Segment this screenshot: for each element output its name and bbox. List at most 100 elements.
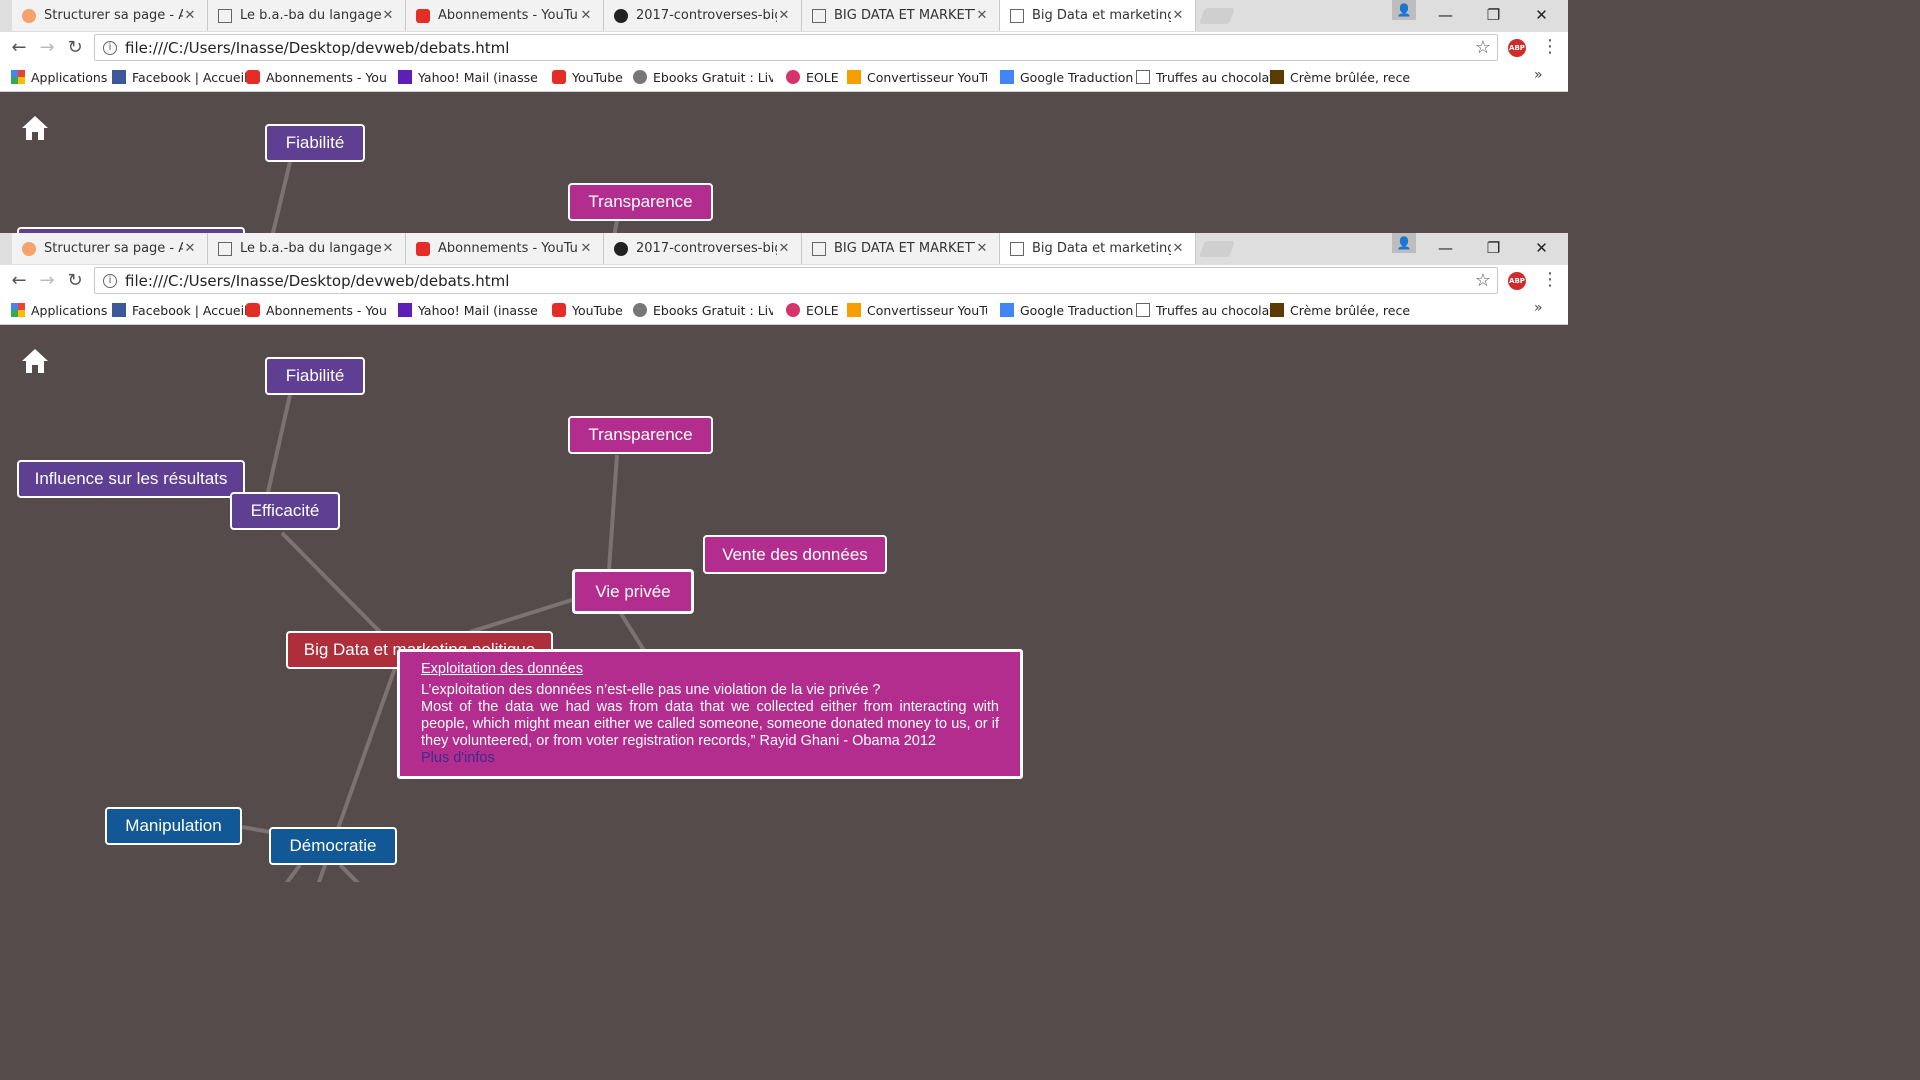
bookmark-abonnements[interactable]: Abonnements - YouTu xyxy=(246,300,386,320)
close-icon[interactable]: ✕ xyxy=(777,241,791,256)
forward-icon[interactable]: → xyxy=(36,269,58,291)
bookmark-abonnements[interactable]: Abonnements - YouTu xyxy=(246,67,386,87)
recipe-icon xyxy=(1270,303,1284,317)
node-democratie[interactable]: Démocratie xyxy=(269,827,397,865)
more-bookmarks-icon[interactable]: » xyxy=(1534,67,1543,83)
bookmark-star-icon[interactable]: ☆ xyxy=(1469,270,1497,291)
tab-github[interactable]: 2017-controverses-big-d✕ xyxy=(604,233,802,264)
address-bar[interactable]: i file:///C:/Users/Inasse/Desktop/devweb/… xyxy=(94,267,1498,294)
info-icon[interactable]: i xyxy=(103,273,117,288)
back-icon[interactable]: ← xyxy=(8,36,30,58)
menu-icon[interactable]: ⋮ xyxy=(1540,269,1560,291)
recipe-icon xyxy=(1270,70,1284,84)
facebook-icon xyxy=(112,70,126,84)
page-content: Fiabilité Transparence xyxy=(0,92,1568,233)
minimize-icon[interactable]: — xyxy=(1422,0,1469,30)
bookmark-applications[interactable]: Applications xyxy=(11,300,107,320)
bookmark-facebook[interactable]: Facebook | Accueil xyxy=(112,300,248,320)
edge-efficacite-bigdata xyxy=(280,531,382,634)
close-icon[interactable]: ✕ xyxy=(381,241,395,256)
bookmark-eole[interactable]: EOLE xyxy=(786,67,839,87)
bookmark-truffes[interactable]: Truffes au chocolat xyxy=(1136,300,1274,320)
restore-icon[interactable]: ❐ xyxy=(1470,0,1517,30)
forward-icon[interactable]: → xyxy=(36,36,58,58)
home-icon[interactable] xyxy=(20,113,50,143)
node-fiabilite[interactable]: Fiabilité xyxy=(265,124,365,162)
close-icon[interactable]: ✕ xyxy=(183,241,197,256)
bookmark-ebooks[interactable]: Ebooks Gratuit : Livres xyxy=(633,300,773,320)
converter-icon xyxy=(847,303,861,317)
tab-baba[interactable]: Le b.a.-ba du langage HT✕ xyxy=(208,233,406,264)
adblock-plus-icon[interactable]: ABP xyxy=(1508,272,1526,290)
node-vie-privee[interactable]: Vie privée xyxy=(572,569,694,614)
close-icon[interactable]: ✕ xyxy=(1171,241,1185,256)
info-icon[interactable]: i xyxy=(103,40,117,55)
tab-youtube[interactable]: Abonnements - YouTube ✕ xyxy=(406,0,604,31)
user-icon[interactable]: 👤 xyxy=(1392,0,1416,20)
bookmark-applications[interactable]: Applications xyxy=(11,67,107,87)
node-efficacite[interactable]: Efficacité xyxy=(230,492,340,530)
new-tab-button[interactable] xyxy=(1199,8,1235,24)
tab-bigdata-politique[interactable]: Big Data et marketing po✕ xyxy=(1000,233,1196,264)
reload-icon[interactable]: ↻ xyxy=(64,269,86,291)
home-icon[interactable] xyxy=(20,346,50,376)
address-bar[interactable]: i file:///C:/Users/Inasse/Desktop/devweb/… xyxy=(94,34,1498,61)
close-icon[interactable]: ✕ xyxy=(579,241,593,256)
bookmark-ebooks[interactable]: Ebooks Gratuit : Livres xyxy=(633,67,773,87)
bookmark-google-traduction[interactable]: Google Traduction xyxy=(1000,67,1133,87)
bookmark-youtube[interactable]: YouTube xyxy=(552,300,623,320)
tab-bigdata-politique[interactable]: Big Data et marketing po✕ xyxy=(1000,0,1196,31)
tab-youtube[interactable]: Abonnements - YouTube ✕ xyxy=(406,233,604,264)
user-icon[interactable]: 👤 xyxy=(1392,233,1416,253)
minimize-icon[interactable]: — xyxy=(1422,233,1469,263)
page-content: Fiabilité Transparence Influence sur les… xyxy=(0,325,1568,882)
info-tooltip: Exploitation des données L’exploitation … xyxy=(397,649,1023,779)
close-window-icon[interactable]: ✕ xyxy=(1518,0,1565,30)
tab-baba[interactable]: Le b.a.-ba du langage HT✕ xyxy=(208,0,406,31)
back-icon[interactable]: ← xyxy=(8,269,30,291)
bookmark-convertisseur[interactable]: Convertisseur YouTub xyxy=(847,67,987,87)
close-icon[interactable]: ✕ xyxy=(183,8,197,23)
tab-github[interactable]: 2017-controverses-big-d✕ xyxy=(604,0,802,31)
close-icon[interactable]: ✕ xyxy=(975,8,989,23)
close-icon[interactable]: ✕ xyxy=(381,8,395,23)
node-influence-resultats[interactable]: Influence sur les résultats xyxy=(17,460,245,498)
bookmark-google-traduction[interactable]: Google Traduction xyxy=(1000,300,1133,320)
more-bookmarks-icon[interactable]: » xyxy=(1534,300,1543,316)
bookmark-star-icon[interactable]: ☆ xyxy=(1469,37,1497,58)
bookmark-creme-brulee[interactable]: Crème brûlée, recette xyxy=(1270,300,1410,320)
bookmark-creme-brulee[interactable]: Crème brûlée, recette xyxy=(1270,67,1410,87)
bookmark-youtube[interactable]: YouTube xyxy=(552,67,623,87)
menu-icon[interactable]: ⋮ xyxy=(1540,36,1560,58)
tab-structurer[interactable]: Structurer sa page - App✕ xyxy=(12,233,208,264)
new-tab-button[interactable] xyxy=(1199,241,1235,257)
tab-structurer[interactable]: Structurer sa page - App✕ xyxy=(12,0,208,31)
youtube-icon xyxy=(552,70,566,84)
bookmark-yahoo[interactable]: Yahoo! Mail (inassemo xyxy=(398,67,538,87)
bookmark-facebook[interactable]: Facebook | Accueil xyxy=(112,67,248,87)
bookmark-convertisseur[interactable]: Convertisseur YouTub xyxy=(847,300,987,320)
bookmark-eole[interactable]: EOLE xyxy=(786,300,839,320)
edge-fiabilite-efficacite xyxy=(266,394,292,493)
close-icon[interactable]: ✕ xyxy=(579,8,593,23)
tab-bigdata-marketing[interactable]: BIG DATA ET MARKETTIN✕ xyxy=(802,0,1000,31)
close-window-icon[interactable]: ✕ xyxy=(1518,233,1565,263)
restore-icon[interactable]: ❐ xyxy=(1470,233,1517,263)
node-transparence[interactable]: Transparence xyxy=(568,183,713,221)
document-icon xyxy=(1010,241,1024,256)
bookmark-truffes[interactable]: Truffes au chocolat xyxy=(1136,67,1274,87)
eole-icon xyxy=(786,70,800,84)
node-fiabilite[interactable]: Fiabilité xyxy=(265,357,365,395)
close-icon[interactable]: ✕ xyxy=(1171,8,1185,23)
node-transparence[interactable]: Transparence xyxy=(568,416,713,454)
tooltip-more-info-link[interactable]: Plus d'infos xyxy=(421,750,999,767)
adblock-plus-icon[interactable]: ABP xyxy=(1508,39,1526,57)
node-vente-donnees[interactable]: Vente des données xyxy=(703,535,887,574)
close-icon[interactable]: ✕ xyxy=(777,8,791,23)
bookmark-yahoo[interactable]: Yahoo! Mail (inassemo xyxy=(398,300,538,320)
close-icon[interactable]: ✕ xyxy=(975,241,989,256)
tab-bigdata-marketing[interactable]: BIG DATA ET MARKETTIN✕ xyxy=(802,233,1000,264)
reload-icon[interactable]: ↻ xyxy=(64,36,86,58)
node-manipulation[interactable]: Manipulation xyxy=(105,807,242,845)
youtube-icon xyxy=(246,70,260,84)
